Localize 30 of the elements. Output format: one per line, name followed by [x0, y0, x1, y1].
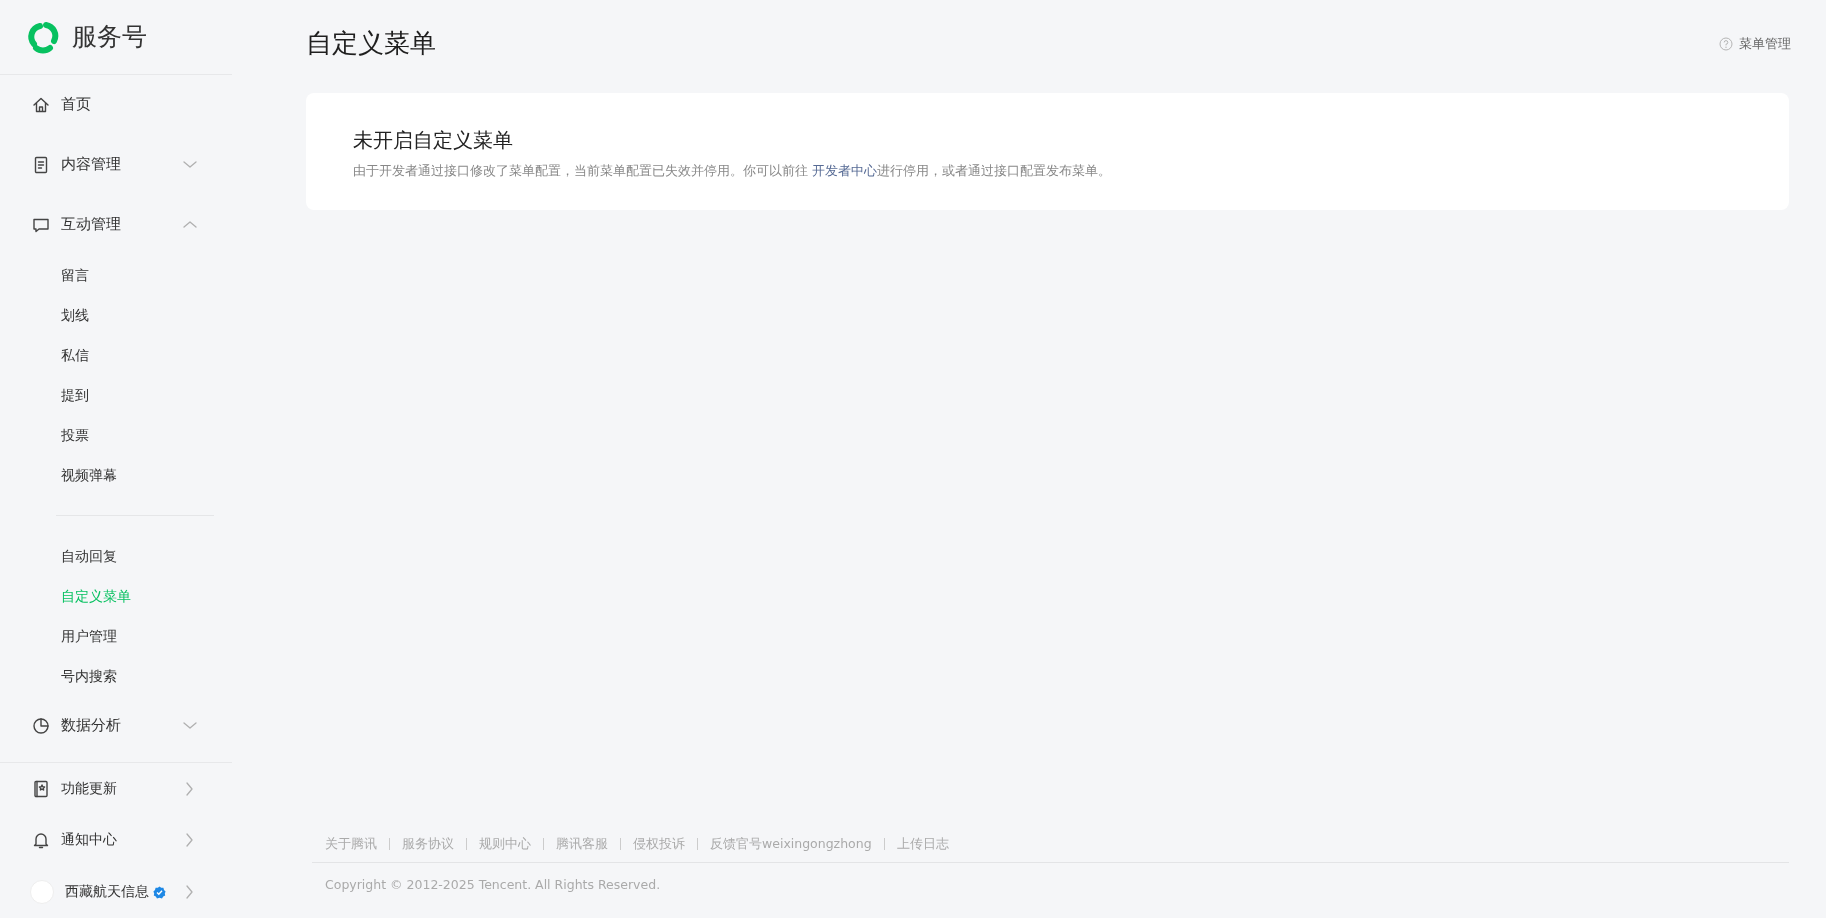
sub-nav-item[interactable]: 留言	[0, 254, 232, 295]
sub-nav-item[interactable]: 视频弹幕	[0, 454, 232, 495]
nav-item[interactable]: 内容管理	[0, 134, 232, 195]
nav-item[interactable]: 互动管理	[0, 194, 232, 255]
nav-item[interactable]: 功能更新	[0, 762, 232, 815]
sub-nav-item[interactable]: 提到	[0, 374, 232, 415]
pie-chart-icon	[32, 716, 50, 735]
page-title: 自定义菜单	[306, 27, 436, 60]
help-link[interactable]: 菜单管理	[1719, 34, 1791, 53]
notice-text: 由于开发者通过接口修改了菜单配置，当前菜单配置已失效并停用。你可以前往 开发者中心进行停用，或者通过接口配置发布菜单。	[353, 162, 1113, 180]
developer-center-link[interactable]: 开发者中心	[812, 163, 878, 178]
sub-nav-item[interactable]: 自动回复	[0, 535, 232, 576]
nav-item[interactable]: 首页	[0, 74, 232, 135]
sub-nav-item[interactable]: 投票	[0, 414, 232, 455]
logo-icon	[26, 19, 60, 54]
home-icon	[32, 95, 50, 114]
nav-item[interactable]: 通知中心	[0, 814, 232, 867]
logo-text: 服务号	[72, 21, 147, 54]
notice-title: 未开启自定义菜单	[353, 127, 514, 154]
account-item[interactable]: 西藏航天信息	[0, 866, 232, 918]
book-icon	[32, 779, 50, 798]
help-icon	[1719, 36, 1733, 51]
document-icon	[32, 155, 50, 174]
sub-nav-item[interactable]: 号内搜索	[0, 655, 232, 696]
sub-nav-item[interactable]: 私信	[0, 334, 232, 375]
nav-item[interactable]: 数据分析	[0, 695, 232, 756]
sub-nav-item[interactable]: 划线	[0, 294, 232, 335]
sub-nav-item[interactable]: 用户管理	[0, 615, 232, 656]
copyright-text: Copyright © 2012-2025 Tencent. All Rights Reserved.	[324, 877, 662, 892]
bell-icon	[32, 831, 50, 850]
